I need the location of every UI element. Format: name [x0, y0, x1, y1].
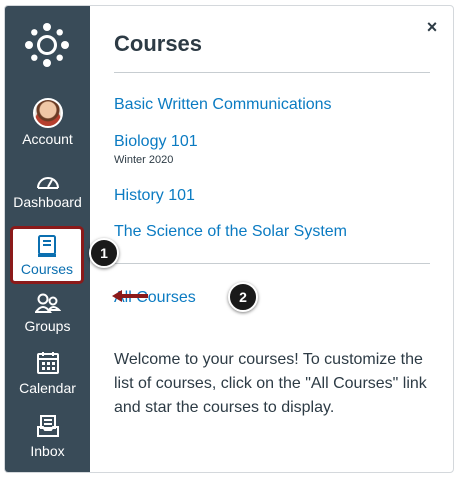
dashboard-icon	[36, 177, 59, 189]
nav-item-label: Inbox	[30, 443, 65, 459]
canvas-logo-icon[interactable]	[24, 22, 70, 68]
global-navigation: Account Dashboard Courses Groups Calenda…	[5, 6, 90, 472]
course-term: Winter 2020	[114, 154, 174, 166]
avatar	[32, 98, 63, 128]
nav-item-label: Dashboard	[13, 194, 82, 210]
callout-badge-2: 2	[228, 282, 258, 312]
nav-item-dashboard[interactable]: Dashboard	[5, 171, 90, 210]
groups-icon	[34, 293, 61, 313]
divider	[114, 263, 430, 264]
callout-arrow	[112, 290, 148, 302]
welcome-message: Welcome to your courses! To customize th…	[114, 351, 427, 416]
courses-tray: Courses × Basic Written Communications B…	[90, 6, 453, 472]
calendar-icon	[36, 352, 59, 374]
nav-item-courses[interactable]: Courses	[10, 226, 84, 284]
nav-item-label: Groups	[24, 318, 71, 334]
nav-item-label: Account	[22, 131, 73, 147]
tray-title: Courses	[114, 31, 203, 56]
nav-item-groups[interactable]: Groups	[5, 293, 90, 334]
divider	[114, 72, 430, 73]
callout-badge-1: 1	[89, 238, 119, 268]
course-link-history-101[interactable]: History 101	[114, 187, 195, 205]
nav-item-inbox[interactable]: Inbox	[5, 414, 90, 459]
nav-item-label: Courses	[20, 261, 74, 277]
nav-item-account[interactable]: Account	[5, 98, 90, 147]
nav-item-calendar[interactable]: Calendar	[5, 351, 90, 396]
course-link-science-solar-system[interactable]: The Science of the Solar System	[114, 223, 347, 241]
courses-icon	[38, 235, 56, 257]
nav-item-label: Calendar	[19, 380, 76, 396]
inbox-icon	[36, 415, 59, 437]
course-link-basic-written-communications[interactable]: Basic Written Communications	[114, 96, 332, 114]
course-tray-screenshot: Account Dashboard Courses Groups Calenda…	[4, 5, 454, 473]
course-link-biology-101[interactable]: Biology 101	[114, 133, 198, 151]
close-icon: ×	[426, 17, 438, 37]
close-button[interactable]: ×	[421, 16, 443, 38]
